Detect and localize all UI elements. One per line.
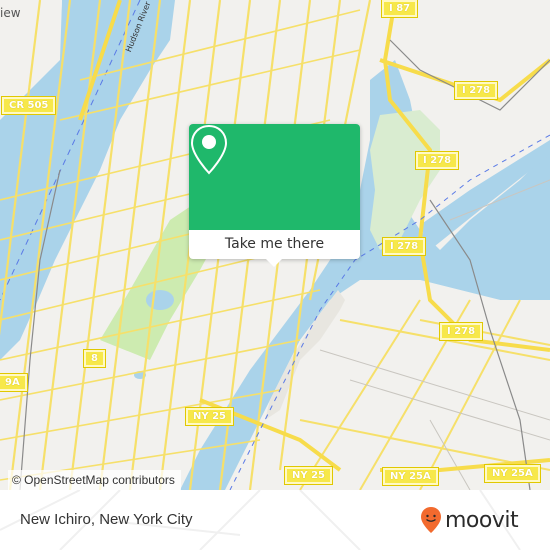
footer: New Ichiro, New York City moovit [0,490,550,550]
map-view[interactable]: iew Hudson River I 87 CR 505 I 278 I 278… [0,0,550,490]
map-attribution[interactable]: © OpenStreetMap contributors [8,470,181,490]
road-shield: I 278 [414,151,460,170]
location-title: New Ichiro, New York City [20,511,193,528]
moovit-wordmark: moovit [445,507,519,533]
take-me-there-button[interactable]: Take me there [189,230,360,259]
popup-header[interactable] [189,124,360,230]
road-shield: 9A [0,373,28,392]
location-popup[interactable]: Take me there [189,124,360,267]
moovit-smiley-pin-icon [421,507,441,533]
road-shield: CR 505 [0,96,57,115]
road-shield: I 87 [380,0,419,18]
moovit-logo[interactable]: moovit [420,504,519,536]
road-shield: NY 25 [283,466,334,485]
road-shield: I 278 [438,322,484,341]
place-label: iew [0,6,21,20]
road-shield: NY 25A [484,464,541,483]
road-shield: NY 25 [184,407,235,426]
road-shield: I 278 [453,81,499,100]
road-shield: 8 [83,349,106,368]
road-shield: NY 25A [382,467,439,486]
popup-pointer [266,259,282,267]
map-pin-icon [190,124,228,175]
road-shield: I 278 [381,237,427,256]
